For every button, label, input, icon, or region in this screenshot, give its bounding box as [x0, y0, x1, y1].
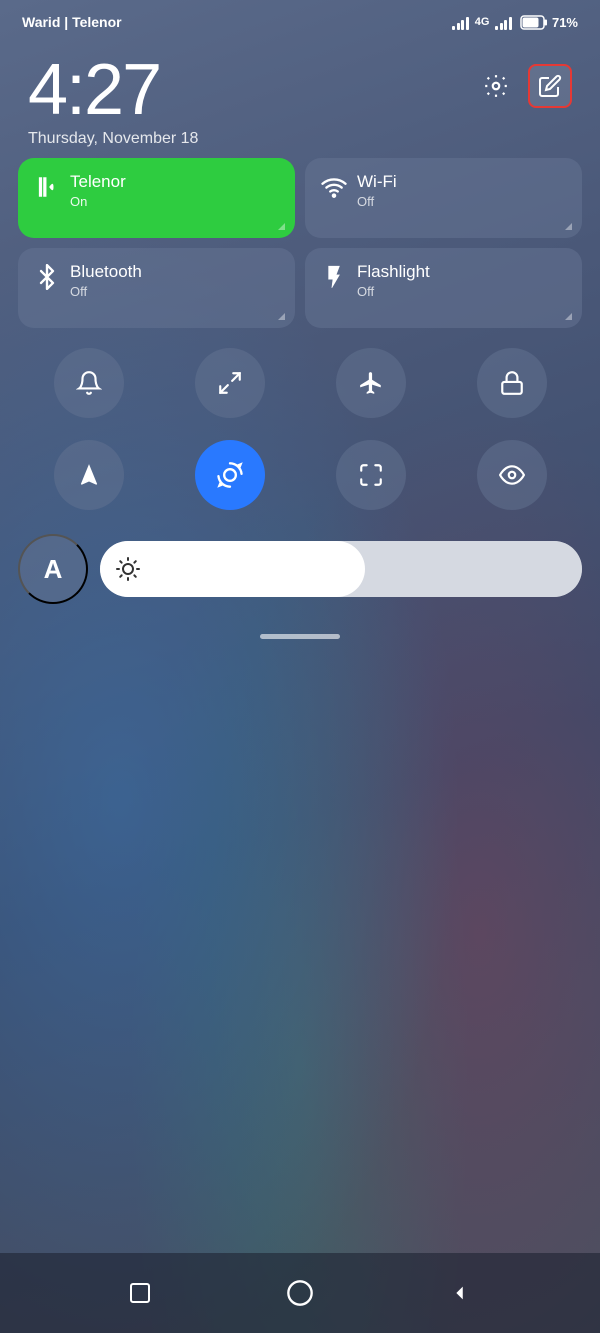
battery-icon	[520, 15, 548, 30]
airplane-toggle[interactable]	[336, 348, 406, 418]
carrier-text: Warid | Telenor	[22, 14, 122, 30]
settings-button[interactable]	[474, 64, 518, 108]
bluetooth-label: Bluetooth	[70, 262, 142, 282]
flashlight-status: Off	[357, 284, 430, 299]
scroll-indicator	[0, 634, 600, 639]
fullscreen-toggle[interactable]	[336, 440, 406, 510]
wifi-status: Off	[357, 194, 397, 209]
navigation-bar	[0, 1253, 600, 1333]
clock-time: 4:27	[28, 50, 160, 130]
autorotate-toggle[interactable]	[195, 440, 265, 510]
scroll-bar	[260, 634, 340, 639]
telenor-status: On	[70, 194, 126, 209]
flashlight-tile-text: Flashlight Off	[357, 262, 430, 299]
status-bar: Warid | Telenor 4G	[0, 0, 600, 38]
toggle-row-1	[0, 340, 600, 426]
telenor-arrow	[278, 223, 285, 230]
status-icons: 4G 71%	[452, 15, 578, 30]
nav-recents[interactable]	[122, 1275, 158, 1311]
font-button[interactable]: A	[18, 534, 88, 604]
time-controls	[474, 64, 572, 108]
telenor-icon	[34, 174, 60, 200]
bluetooth-tile-text: Bluetooth Off	[70, 262, 142, 299]
nav-home[interactable]	[282, 1275, 318, 1311]
bell-toggle[interactable]	[54, 348, 124, 418]
eye-toggle[interactable]	[477, 440, 547, 510]
telenor-label: Telenor	[70, 172, 126, 192]
qs-tile-wifi[interactable]: Wi-Fi Off	[305, 158, 582, 238]
qs-tile-bluetooth[interactable]: Bluetooth Off	[18, 248, 295, 328]
brightness-icon	[116, 557, 140, 581]
flashlight-arrow	[565, 313, 572, 320]
time-section: 4:27 Thursday, November 18	[0, 38, 600, 158]
bluetooth-icon	[34, 264, 60, 290]
bluetooth-status: Off	[70, 284, 142, 299]
flashlight-label: Flashlight	[357, 262, 430, 282]
bluetooth-arrow	[278, 313, 285, 320]
clock-date: Thursday, November 18	[28, 130, 198, 148]
quick-settings-grid: Telenor On Wi-Fi Off	[0, 158, 600, 328]
wifi-arrow	[565, 223, 572, 230]
wifi-label: Wi-Fi	[357, 172, 397, 192]
telenor-tile-text: Telenor On	[70, 172, 126, 209]
location-toggle[interactable]	[54, 440, 124, 510]
flashlight-icon	[321, 264, 347, 290]
network-type: 4G	[475, 16, 490, 28]
signal-icon-2	[495, 15, 512, 30]
brightness-slider[interactable]	[100, 541, 582, 597]
signal-icon-1	[452, 15, 469, 30]
nav-back[interactable]	[442, 1275, 478, 1311]
bottom-controls: A	[0, 524, 600, 614]
battery-percent: 71%	[552, 15, 578, 30]
screenshot-toggle[interactable]	[195, 348, 265, 418]
qs-tile-flashlight[interactable]: Flashlight Off	[305, 248, 582, 328]
edit-button[interactable]	[528, 64, 572, 108]
qs-tile-telenor[interactable]: Telenor On	[18, 158, 295, 238]
wifi-icon	[321, 174, 347, 200]
lock-toggle[interactable]	[477, 348, 547, 418]
wifi-tile-text: Wi-Fi Off	[357, 172, 397, 209]
toggle-row-2	[0, 432, 600, 518]
